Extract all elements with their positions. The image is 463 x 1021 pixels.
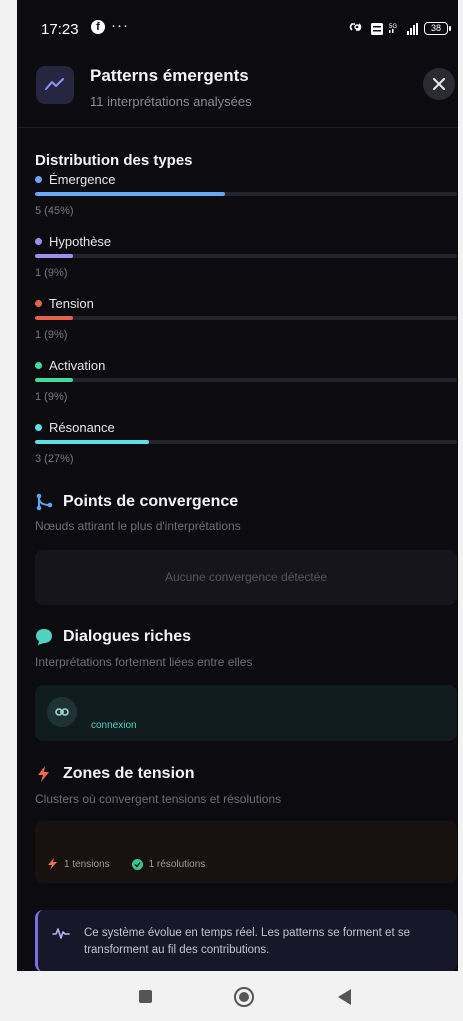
distribution-item: Émergence 5 (45%) (35, 172, 457, 228)
distribution-bar-fill (35, 254, 73, 258)
type-name: Émergence (49, 172, 116, 187)
distribution-item-label: Résonance (35, 420, 115, 435)
distribution-bar-track (35, 440, 457, 444)
link-status-icon (349, 21, 365, 36)
type-color-dot (35, 300, 42, 307)
distribution-bar-track (35, 192, 457, 196)
tensions-count: 1 tensions (64, 858, 110, 870)
distribution-title: Distribution des types (35, 152, 193, 169)
convergence-description: Nœuds attirant le plus d'interprétations (35, 519, 241, 533)
distribution-bar-track (35, 378, 457, 382)
distribution-bar-fill (35, 440, 149, 444)
merge-icon (36, 493, 53, 511)
home-icon[interactable] (234, 987, 254, 1007)
distribution-count: 1 (9%) (35, 329, 68, 341)
tension-card[interactable]: 1 tensions 1 résolutions (35, 821, 457, 883)
convergence-empty-text: Aucune convergence détectée (164, 570, 328, 584)
dialogue-card[interactable]: connexion (35, 685, 457, 741)
type-name: Hypothèse (49, 234, 112, 249)
dialogues-description: Interprétations fortement liées entre el… (35, 655, 253, 669)
distribution-item: Résonance 3 (27%) (35, 420, 457, 476)
status-bar: 17:23 f ··· 5G 38 (17, 0, 458, 58)
signal-icon (407, 22, 418, 35)
type-color-dot (35, 362, 42, 369)
lightning-icon (38, 766, 49, 782)
distribution-bar-fill (35, 316, 73, 320)
5g-icon: 5G (389, 22, 401, 36)
distribution-bar-fill (35, 378, 73, 382)
info-text: Ce système évolue en temps réel. Les pat… (84, 927, 410, 956)
distribution-item-label: Tension (35, 296, 94, 311)
convergence-title: Points de convergence (35, 493, 238, 511)
facebook-icon: f (91, 20, 105, 34)
distribution-item: Activation 1 (9%) (35, 358, 457, 414)
convergence-card: Aucune convergence détectée (35, 550, 457, 605)
distribution-bar-track (35, 316, 457, 320)
distribution-count: 1 (9%) (35, 391, 68, 403)
distribution-item: Hypothèse 1 (9%) (35, 234, 457, 290)
tension-zones-title-text: Zones de tension (63, 765, 195, 782)
resolutions-count: 1 résolutions (148, 858, 206, 870)
distribution-count: 3 (27%) (35, 453, 74, 465)
page-subtitle: 11 interprétations analysées (90, 94, 252, 109)
trending-chart-icon (36, 66, 74, 104)
type-color-dot (35, 238, 42, 245)
type-color-dot (35, 424, 42, 431)
distribution-item-label: Émergence (35, 172, 115, 187)
recent-apps-icon[interactable] (139, 990, 152, 1003)
distribution-item-label: Activation (35, 358, 105, 373)
status-icons: 5G 38 (349, 21, 451, 36)
dialogues-title-text: Dialogues riches (63, 628, 192, 645)
type-name: Activation (49, 358, 106, 373)
activity-pulse-icon (52, 928, 70, 939)
link-icon (47, 697, 77, 727)
distribution-item: Tension 1 (9%) (35, 296, 457, 352)
status-time: 17:23 (41, 21, 79, 38)
distribution-bar-track (35, 254, 457, 258)
connexion-label: connexion (91, 720, 137, 731)
tension-zones-title: Zones de tension (35, 765, 195, 783)
dialogues-title: Dialogues riches (35, 628, 191, 646)
page-title: Patterns émergents (90, 66, 249, 85)
distribution-count: 5 (45%) (35, 205, 74, 217)
type-name: Tension (49, 296, 94, 311)
close-button[interactable] (423, 68, 455, 100)
lightning-icon (48, 858, 57, 870)
close-icon (433, 78, 445, 90)
back-icon[interactable] (338, 989, 351, 1005)
tension-zones-description: Clusters où convergent tensions et résol… (35, 792, 282, 806)
app-screen: 17:23 f ··· 5G 38 Patterns émergents 11 … (17, 0, 458, 971)
volte-icon (371, 22, 383, 35)
info-card: Ce système évolue en temps réel. Les pat… (35, 910, 457, 971)
type-name: Résonance (49, 420, 115, 435)
system-nav-bar (0, 971, 463, 1021)
battery-icon: 38 (424, 22, 451, 35)
more-notifications-icon: ··· (111, 17, 129, 34)
distribution-bar-fill (35, 192, 225, 196)
chat-bubble-icon (36, 629, 52, 645)
check-circle-icon (131, 858, 143, 870)
type-color-dot (35, 176, 42, 183)
distribution-count: 1 (9%) (35, 267, 68, 279)
tension-stats: 1 tensions 1 résolutions (47, 858, 205, 870)
convergence-title-text: Points de convergence (63, 493, 239, 510)
header: Patterns émergents 11 interprétations an… (17, 58, 458, 128)
distribution-item-label: Hypothèse (35, 234, 111, 249)
